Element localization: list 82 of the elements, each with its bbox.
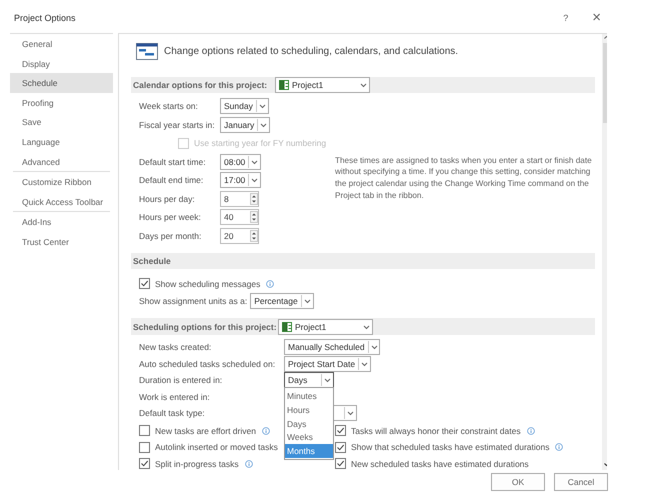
dropdown-option[interactable]: Hours (285, 402, 333, 417)
dropdown-option[interactable]: Minutes (285, 389, 333, 403)
checkbox-label: Show that scheduled tasks have estimated durations (351, 442, 550, 452)
field-label: Work is entered in: (139, 392, 211, 402)
checkbox[interactable] (139, 442, 150, 453)
field-label: Default end time: (139, 175, 204, 186)
spin-field[interactable]: 8 (220, 190, 259, 207)
spin-field[interactable]: 40 (220, 209, 259, 226)
chevron-down-icon (358, 358, 370, 370)
dropdown[interactable]: Days (284, 372, 334, 388)
chevron-down-icon (248, 174, 260, 186)
checkbox[interactable] (335, 425, 346, 436)
field-label: Hours per day: (139, 194, 196, 204)
chevron-down-icon (300, 294, 313, 306)
dropdown[interactable]: Project1 (275, 77, 370, 93)
sidebar-item[interactable]: Schedule (10, 73, 113, 93)
window-title: Project Options (14, 12, 77, 22)
dropdown[interactable]: Manually Scheduled (284, 339, 380, 356)
field-label: Show assignment units as a: (139, 296, 248, 306)
gantt-chart-icon (136, 42, 158, 60)
close-button[interactable]: × (592, 9, 601, 26)
dialog-button[interactable]: OK (491, 473, 545, 491)
sidebar-item[interactable]: Proofing (10, 92, 113, 112)
checkbox[interactable] (335, 458, 346, 470)
project-icon (279, 80, 289, 90)
checkbox-label: New scheduled tasks have estimated durations (351, 458, 529, 469)
field-label: Default task type: (139, 408, 206, 418)
note-text: These times are assigned to tasks when you enter a start or finish date without specifying a time. If you change this setting, consider matching the project calendar using the Change Working Time command on the Project tab in the ribbon. (335, 154, 593, 202)
checkbox[interactable] (335, 442, 346, 453)
sidebar-item[interactable]: Advanced (10, 152, 113, 172)
spin-arrows-icon[interactable] (250, 230, 258, 242)
section-title: Calendar options for this project: (133, 80, 268, 90)
project-icon (282, 322, 292, 332)
spin-arrows-icon[interactable] (250, 211, 258, 224)
dropdown[interactable]: Project1 (278, 318, 373, 334)
checkbox-label: Tasks will always honor their constraint dates (351, 426, 521, 436)
dialog-button[interactable]: Cancel (554, 473, 608, 491)
chevron-down-icon (248, 156, 260, 168)
field-label: Default start time: (139, 156, 207, 167)
dropdown-option[interactable]: Days (285, 416, 333, 430)
section-title: Scheduling options for this project: (133, 322, 278, 332)
field-label: Hours per week: (139, 212, 202, 222)
sidebar-item[interactable]: Display (10, 54, 113, 74)
dropdown[interactable]: Percentage (250, 292, 314, 308)
sidebar-item[interactable]: General (10, 34, 113, 54)
checkbox-label: Split in-progress tasks (155, 458, 239, 469)
chevron-down-icon (256, 100, 268, 112)
checkbox-label: Show scheduling messages (155, 278, 260, 288)
checkbox-label: Autolink inserted or moved tasks (155, 442, 278, 452)
dropdown[interactable]: 17:00 (220, 172, 262, 188)
checkbox[interactable] (139, 458, 150, 470)
field-label: Week starts on: (139, 101, 199, 112)
page-heading: Change options related to scheduling, calendars, and calculations. (164, 46, 458, 56)
sidebar-item[interactable]: Quick Access Toolbar (10, 192, 113, 212)
chevron-down-icon (321, 374, 333, 386)
sidebar-item[interactable]: Language (10, 132, 113, 152)
spin-arrows-icon[interactable] (250, 192, 258, 205)
field-label: Fiscal year starts in: (139, 120, 216, 130)
field-label: Auto scheduled tasks scheduled on: (139, 358, 276, 369)
dropdown[interactable]: January (220, 116, 270, 133)
field-label: Days per month: (139, 230, 202, 241)
sidebar-item[interactable]: Customize Ribbon (10, 172, 113, 192)
chevron-down-icon (344, 407, 356, 420)
dropdown[interactable]: 08:00 (220, 154, 262, 170)
field-label: New tasks created: (139, 342, 212, 352)
chevron-down-icon (368, 341, 380, 354)
checkbox[interactable] (139, 278, 150, 289)
field-label: Duration is entered in: (139, 375, 224, 386)
help-button[interactable]: ? (563, 12, 568, 22)
dropdown-option[interactable]: Months (285, 444, 333, 458)
sidebar-item[interactable]: Save (10, 112, 113, 132)
section-title: Schedule (133, 256, 171, 266)
sidebar-item[interactable]: Trust Center (10, 232, 113, 252)
checkbox-label: Use starting year for FY numbering (194, 138, 326, 148)
chevron-down-icon (257, 118, 270, 131)
dropdown-option[interactable]: Weeks (285, 430, 333, 444)
checkbox[interactable] (139, 425, 150, 436)
checkbox-label: New tasks are effort driven (155, 426, 256, 436)
dropdown[interactable]: Project Start Date (284, 356, 372, 372)
dropdown[interactable]: Sunday (220, 98, 269, 114)
spin-field[interactable]: 20 (220, 228, 259, 244)
sidebar-item[interactable]: Add-Ins (10, 212, 113, 232)
